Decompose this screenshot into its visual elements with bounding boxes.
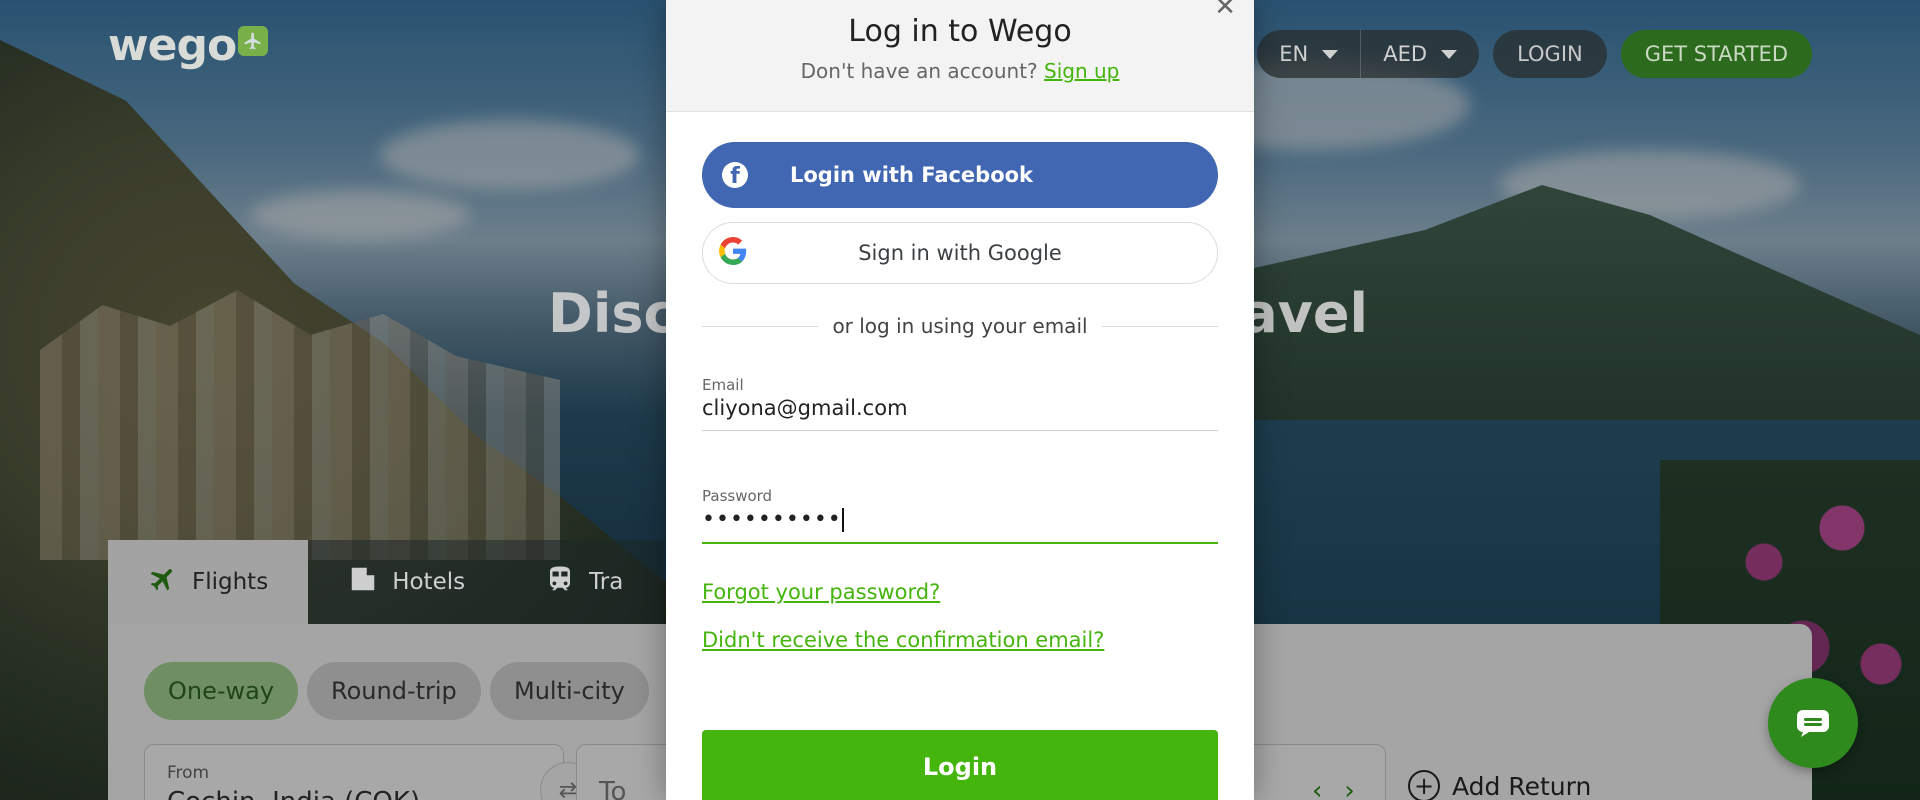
- plane-icon: [238, 26, 269, 56]
- logo-text: wego: [108, 20, 237, 71]
- from-label: From: [167, 763, 210, 783]
- resend-confirmation-link[interactable]: Didn't receive the confirmation email?: [702, 628, 1218, 652]
- google-button-label: Sign in with Google: [858, 241, 1062, 265]
- trip-round-trip[interactable]: Round-trip: [307, 662, 481, 720]
- wego-logo[interactable]: wego: [108, 20, 269, 71]
- facebook-icon: f: [722, 162, 748, 188]
- divider-label: or log in using your email: [832, 314, 1088, 338]
- email-divider: or log in using your email: [702, 314, 1218, 338]
- tab-label: Hotels: [392, 569, 466, 595]
- tab-label: Flights: [192, 569, 269, 595]
- chevron-left-icon[interactable]: ‹: [1312, 776, 1322, 800]
- tab-label: Tra: [589, 569, 624, 595]
- tab-hotels[interactable]: Hotels: [308, 540, 506, 624]
- chevron-down-icon: [1322, 49, 1339, 59]
- facebook-button-label: Login with Facebook: [790, 163, 1034, 187]
- modal-title: Log in to Wego: [848, 14, 1072, 49]
- close-icon[interactable]: ✕: [1214, 0, 1236, 22]
- header-login-button[interactable]: LOGIN: [1493, 30, 1607, 78]
- date-nav: ‹ ›: [1312, 776, 1355, 800]
- email-value: cliyona@gmail.com: [702, 396, 908, 420]
- tab-flights[interactable]: Flights: [108, 540, 309, 624]
- language-label: EN: [1279, 42, 1309, 66]
- login-button[interactable]: Login: [702, 730, 1218, 800]
- currency-label: AED: [1383, 42, 1428, 66]
- from-field[interactable]: From Cochin, India (COK): [144, 744, 564, 800]
- password-dots: ••••••••••: [702, 507, 842, 532]
- chat-button[interactable]: [1768, 678, 1858, 768]
- hotel-icon: [348, 564, 378, 601]
- get-started-button[interactable]: GET STARTED: [1620, 30, 1812, 78]
- currency-dropdown[interactable]: AED: [1360, 30, 1479, 78]
- from-value: Cochin, India (COK): [167, 787, 541, 800]
- locale-selector: EN AED: [1257, 30, 1480, 78]
- password-value: ••••••••••: [702, 507, 1218, 532]
- password-field[interactable]: Password ••••••••••: [702, 487, 1218, 544]
- chat-icon: [1797, 710, 1829, 737]
- modal-body: f Login with Facebook Sign in with Googl…: [666, 112, 1254, 800]
- search-tabs: Flights Hotels Tra: [108, 540, 664, 624]
- modal-header: ✕ Log in to Wego Don't have an account? …: [666, 0, 1254, 112]
- email-field[interactable]: Email cliyona@gmail.com: [702, 376, 1218, 431]
- google-icon: [719, 236, 747, 270]
- facebook-login-button[interactable]: f Login with Facebook: [702, 142, 1218, 208]
- password-label: Password: [702, 487, 773, 505]
- chevron-right-icon[interactable]: ›: [1344, 776, 1354, 800]
- email-label: Email: [702, 376, 744, 394]
- trip-one-way[interactable]: One-way: [144, 662, 299, 720]
- add-return-button[interactable]: + Add Return: [1408, 770, 1591, 800]
- trip-multi-city[interactable]: Multi-city: [490, 662, 649, 720]
- hero-title-left: Disc: [548, 282, 676, 345]
- no-account-text: Don't have an account?: [800, 59, 1038, 83]
- language-dropdown[interactable]: EN: [1257, 30, 1360, 78]
- tab-trains[interactable]: Tra: [505, 540, 664, 624]
- forgot-password-link[interactable]: Forgot your password?: [702, 580, 1218, 604]
- train-icon: [545, 564, 575, 601]
- text-cursor: [841, 508, 844, 532]
- chevron-down-icon: [1441, 49, 1458, 59]
- top-nav: EN AED LOGIN GET STARTED: [1257, 30, 1812, 78]
- login-modal: ✕ Log in to Wego Don't have an account? …: [666, 0, 1254, 800]
- signup-prompt: Don't have an account? Sign up: [666, 59, 1254, 83]
- google-signin-button[interactable]: Sign in with Google: [702, 222, 1218, 284]
- signup-link[interactable]: Sign up: [1044, 59, 1119, 83]
- plane-icon: [148, 564, 178, 601]
- add-return-label: Add Return: [1452, 771, 1592, 800]
- plus-icon: +: [1408, 770, 1440, 800]
